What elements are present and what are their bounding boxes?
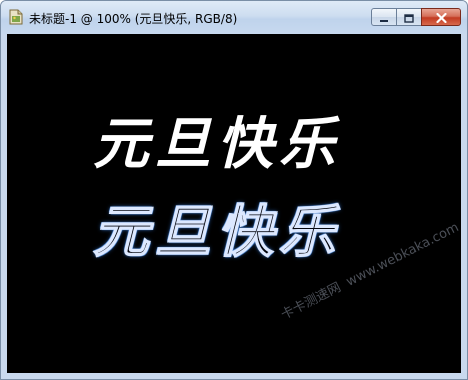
watermark-site-name: 卡卡测速网 <box>278 280 344 323</box>
outline-text-layer: 元旦快乐 <box>92 199 341 265</box>
window-title: 未标题-1 @ 100% (元旦快乐, RGB/8) <box>29 12 238 26</box>
maximize-button[interactable] <box>396 8 422 26</box>
window-controls <box>371 8 461 26</box>
maximize-icon <box>404 8 414 27</box>
title-bar[interactable]: 未标题-1 @ 100% (元旦快乐, RGB/8) <box>1 1 467 34</box>
close-icon <box>435 8 447 27</box>
watermark-url: www.webkaka.com <box>343 220 461 290</box>
photoshop-document-icon <box>8 9 24 25</box>
solid-text-layer: 元旦快乐 <box>93 111 341 177</box>
minimize-button[interactable] <box>371 8 397 26</box>
minimize-icon <box>379 8 389 27</box>
document-canvas[interactable]: 元旦快乐 元旦快乐 卡卡测速网www.webkaka.com <box>7 34 461 373</box>
document-window: 未标题-1 @ 100% (元旦快乐, RGB/8) 元旦快乐 元旦快乐 卡卡测… <box>0 0 468 380</box>
close-button[interactable] <box>421 8 461 26</box>
